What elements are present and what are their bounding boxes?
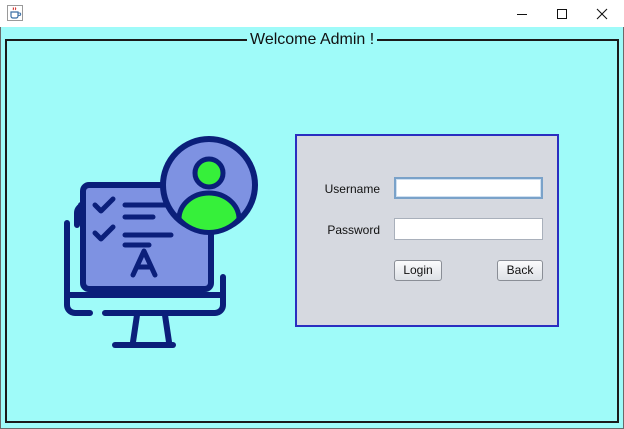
- minimize-icon: [517, 13, 527, 15]
- welcome-title: Welcome Admin !: [247, 31, 378, 49]
- password-field[interactable]: [394, 218, 543, 240]
- username-field[interactable]: [394, 177, 543, 199]
- maximize-icon: [557, 8, 567, 19]
- username-label: Username: [324, 182, 380, 196]
- login-button[interactable]: Login: [394, 260, 442, 281]
- title-bar[interactable]: [0, 0, 624, 27]
- maximize-button[interactable]: [542, 0, 582, 27]
- admin-monitor-illustration: [64, 136, 258, 348]
- app-window: Welcome Admin ! Username Password Login …: [0, 0, 624, 429]
- java-cup-icon[interactable]: [7, 5, 23, 21]
- close-icon: [596, 8, 608, 19]
- close-button[interactable]: [582, 0, 622, 27]
- password-label: Password: [327, 223, 380, 237]
- back-button[interactable]: Back: [497, 260, 543, 281]
- login-panel: Username Password Login Back: [295, 134, 559, 327]
- minimize-button[interactable]: [502, 0, 542, 27]
- content-pane: Welcome Admin ! Username Password Login …: [0, 27, 624, 429]
